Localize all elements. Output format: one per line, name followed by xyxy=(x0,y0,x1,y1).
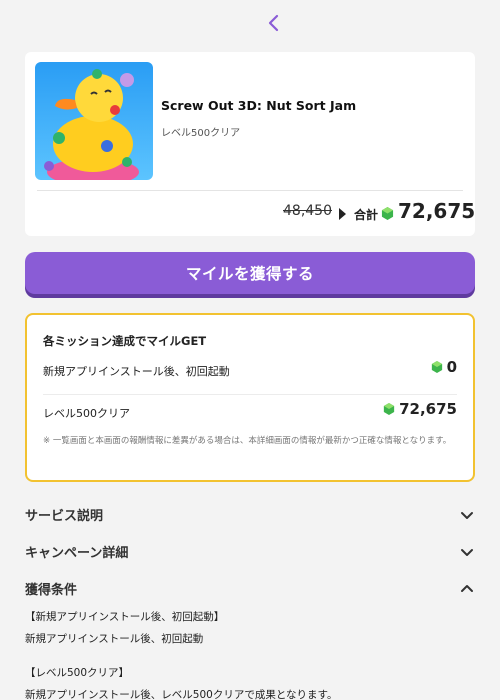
chevron-up-icon xyxy=(461,585,473,592)
mission-label: 新規アプリインストール後、初回起動 xyxy=(43,365,230,378)
chevron-down-icon xyxy=(461,549,473,556)
divider xyxy=(43,394,457,395)
gem-icon xyxy=(381,207,394,220)
app-thumbnail xyxy=(35,62,153,180)
get-miles-button[interactable]: マイルを獲得する xyxy=(25,252,475,294)
accordion-label: 獲得条件 xyxy=(25,583,78,598)
disclaimer-note: ※ 一覧画面と本画面の報酬情報に差異がある場合は、本詳細画面の情報が最新かつ正確… xyxy=(43,436,452,446)
mission-value-text: 72,675 xyxy=(399,400,457,418)
condition-heading: 【新規アプリインストール後、初回起動】 xyxy=(25,611,225,623)
back-button[interactable] xyxy=(262,10,286,36)
condition-text: 新規アプリインストール後、レベル500クリアで成果となります。 xyxy=(25,689,338,700)
gem-icon xyxy=(383,403,395,415)
app-subtitle: レベル500クリア xyxy=(161,128,241,139)
arrow-right-icon xyxy=(339,208,346,220)
mission-row: レベル500クリア 72,675 xyxy=(43,400,457,421)
accordion-label: キャンペーン詳細 xyxy=(25,546,129,561)
chevron-left-icon xyxy=(268,14,279,32)
accordion-acquisition-conditions[interactable]: 獲得条件 xyxy=(25,579,475,603)
total-value: 72,675 xyxy=(398,199,476,223)
mission-title: 各ミッション達成でマイルGET xyxy=(43,334,207,348)
mission-row: 新規アプリインストール後、初回起動 0 xyxy=(43,358,457,379)
accordion-campaign-details[interactable]: キャンペーン詳細 xyxy=(25,542,475,566)
accordion-label: サービス説明 xyxy=(25,509,104,524)
mission-panel: 各ミッション達成でマイルGET 新規アプリインストール後、初回起動 0 レベル5… xyxy=(25,313,475,482)
old-price: 48,450 xyxy=(283,203,332,219)
mission-value-text: 0 xyxy=(446,358,457,376)
gem-icon xyxy=(431,361,442,373)
divider xyxy=(37,190,463,191)
condition-heading: 【レベル500クリア】 xyxy=(25,667,130,679)
mission-value: 0 xyxy=(431,358,457,376)
condition-text: 新規アプリインストール後、初回起動 xyxy=(25,633,204,645)
mission-value: 72,675 xyxy=(383,400,457,418)
total-label: 合計 xyxy=(354,208,379,222)
app-card: Screw Out 3D: Nut Sort Jam レベル500クリア 48,… xyxy=(25,52,475,236)
app-title: Screw Out 3D: Nut Sort Jam xyxy=(161,98,357,113)
chevron-down-icon xyxy=(461,512,473,519)
mission-label: レベル500クリア xyxy=(43,407,130,420)
accordion-service-description[interactable]: サービス説明 xyxy=(25,505,475,529)
